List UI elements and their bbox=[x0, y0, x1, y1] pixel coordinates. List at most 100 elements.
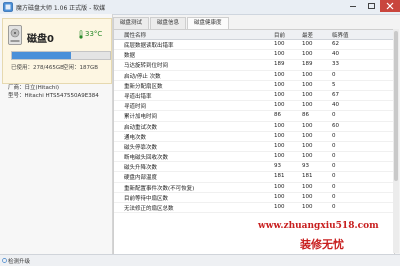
table-row[interactable]: 寻道时间 100 100 40 bbox=[114, 101, 394, 112]
attribute-name-cell: 马达旋转到位时间 bbox=[124, 63, 169, 70]
worst-value-cell: 100 bbox=[302, 153, 313, 160]
worst-value-cell: 100 bbox=[302, 142, 313, 149]
disk-sidebar: 磁盘0 33°C 已使用：278/465GB 空闲：187GB 厂商：日立(Hi… bbox=[0, 14, 113, 254]
threshold-value-cell: 0 bbox=[332, 173, 336, 180]
update-icon bbox=[2, 258, 7, 263]
used-space: 已使用：278/465GB bbox=[11, 65, 64, 71]
current-value-cell: 100 bbox=[274, 81, 285, 88]
worst-value-cell: 100 bbox=[302, 91, 313, 98]
threshold-value-cell: 0 bbox=[332, 132, 336, 139]
temperature-value: 33°C bbox=[85, 30, 103, 38]
status-bar: 检测升级 bbox=[0, 254, 400, 266]
table-row[interactable]: 启动重试次数 100 100 60 bbox=[114, 122, 394, 132]
window-title: 魔方磁盘大师 1.06 正式版 - 软媒 bbox=[16, 5, 106, 12]
disk-usage-text: 已使用：278/465GB 空闲：187GB bbox=[11, 63, 109, 71]
table-row[interactable]: 寻道出错率 100 100 67 bbox=[114, 91, 394, 102]
table-body: 底层数据读取出错率 100 100 62 数据 100 100 40 马达旋转到位时间 189 18… bbox=[114, 40, 394, 214]
table-scrollbar[interactable] bbox=[393, 29, 399, 253]
tab-disk-info[interactable]: 磁盘信息 bbox=[150, 17, 187, 29]
table-row[interactable]: 重新配置事件次数(不可恢复) 100 100 0 bbox=[114, 183, 394, 193]
worst-value-cell: 100 bbox=[302, 122, 313, 129]
current-value-cell: 93 bbox=[274, 163, 281, 170]
table-row[interactable]: 硬盘内部温度 181 181 0 bbox=[114, 172, 394, 183]
worst-value-cell: 100 bbox=[302, 81, 313, 88]
tab-disk-health[interactable]: 磁盘健康度 bbox=[187, 17, 229, 29]
worst-value-cell: 100 bbox=[302, 102, 313, 109]
attribute-name-cell: 寻道出错率 bbox=[124, 93, 152, 100]
attribute-name-cell: 硬盘内部温度 bbox=[124, 175, 158, 182]
table-row[interactable]: 目前等待中扇区数 100 100 0 bbox=[114, 193, 394, 203]
attribute-name-cell: 通电次数 bbox=[124, 134, 147, 141]
thermometer-icon bbox=[79, 30, 83, 39]
maximize-button[interactable] bbox=[362, 0, 380, 12]
attribute-name-cell: 底层数据读取出错率 bbox=[124, 43, 174, 49]
table-row[interactable]: 通电次数 100 100 0 bbox=[114, 132, 394, 142]
tab-disk-test[interactable]: 磁盘测试 bbox=[113, 17, 150, 29]
attribute-name-cell: 寻道时间 bbox=[124, 104, 147, 111]
minimize-button[interactable] bbox=[344, 0, 362, 12]
threshold-value-cell: 0 bbox=[332, 183, 336, 190]
current-value-cell: 189 bbox=[274, 61, 285, 68]
close-button[interactable] bbox=[380, 0, 400, 12]
worst-value-cell: 100 bbox=[302, 51, 313, 58]
worst-value-cell: 93 bbox=[302, 163, 309, 170]
current-value-cell: 100 bbox=[274, 204, 285, 210]
attribute-name-cell: 启动/停止 次数 bbox=[124, 73, 161, 80]
title-bar[interactable]: 魔方磁盘大师 1.06 正式版 - 软媒 bbox=[0, 0, 400, 15]
model-line: 型号：Hitachi HTS547550A9E384 bbox=[8, 93, 99, 99]
watermark-text: 装修无忧 bbox=[300, 238, 344, 251]
table-row[interactable]: 磁头升降次数 93 93 0 bbox=[114, 162, 394, 173]
threshold-value-cell: 0 bbox=[332, 163, 336, 170]
column-header-current[interactable]: 目前 bbox=[274, 31, 285, 39]
check-update-link[interactable]: 检测升级 bbox=[8, 257, 30, 265]
threshold-value-cell: 5 bbox=[332, 81, 336, 88]
worst-value-cell: 181 bbox=[302, 173, 313, 180]
disk-usage-fill bbox=[12, 52, 71, 59]
attribute-name-cell: 累计加电时间 bbox=[124, 114, 158, 121]
worst-value-cell: 100 bbox=[302, 41, 313, 47]
table-row[interactable]: 数据 100 100 40 bbox=[114, 50, 394, 61]
column-header-name[interactable]: 属性名称 bbox=[124, 31, 146, 39]
current-value-cell: 181 bbox=[274, 173, 285, 180]
maximize-icon bbox=[367, 3, 375, 9]
disk-card[interactable]: 磁盘0 33°C 已使用：278/465GB 空闲：187GB bbox=[2, 18, 112, 84]
attribute-name-cell: 重新配置事件次数(不可恢复) bbox=[124, 185, 195, 192]
table-row[interactable]: 启动/停止 次数 100 100 0 bbox=[114, 71, 394, 81]
watermark-url: www.zhuangxiu518.com bbox=[258, 221, 379, 231]
table-row[interactable]: 磁头停靠次数 100 100 0 bbox=[114, 142, 394, 153]
table-row[interactable]: 重新分配扇区数 100 100 5 bbox=[114, 81, 394, 91]
scrollbar-thumb[interactable] bbox=[394, 31, 398, 181]
worst-value-cell: 100 bbox=[302, 71, 313, 78]
vendor-line: 厂商：日立(Hitachi) bbox=[8, 85, 60, 91]
attribute-name-cell: 磁头停靠次数 bbox=[124, 144, 158, 151]
attribute-name-cell: 数据 bbox=[124, 53, 136, 60]
disk-usage-bar bbox=[11, 51, 111, 60]
current-value-cell: 100 bbox=[274, 102, 285, 109]
table-row[interactable]: 马达旋转到位时间 189 189 33 bbox=[114, 60, 394, 71]
current-value-cell: 100 bbox=[274, 71, 285, 78]
column-header-worst[interactable]: 最差 bbox=[302, 31, 313, 39]
current-value-cell: 100 bbox=[274, 122, 285, 129]
worst-value-cell: 100 bbox=[302, 193, 313, 200]
table-row[interactable]: 累计加电时间 86 86 0 bbox=[114, 111, 394, 122]
threshold-value-cell: 0 bbox=[332, 193, 336, 200]
minimize-icon bbox=[350, 5, 356, 7]
temperature-readout: 33°C bbox=[79, 30, 103, 39]
current-value-cell: 100 bbox=[274, 142, 285, 149]
tab-bar: 磁盘测试 磁盘信息 磁盘健康度 bbox=[113, 17, 230, 29]
current-value-cell: 100 bbox=[274, 193, 285, 200]
disk-name: 磁盘0 bbox=[27, 34, 54, 45]
table-row[interactable]: 无法修正的扇区总数 100 100 0 bbox=[114, 203, 394, 214]
threshold-value-cell: 0 bbox=[332, 112, 336, 119]
table-row[interactable]: 断电磁头回收次数 100 100 0 bbox=[114, 152, 394, 163]
current-value-cell: 86 bbox=[274, 112, 281, 119]
column-header-threshold[interactable]: 临界值 bbox=[332, 31, 349, 39]
threshold-value-cell: 67 bbox=[332, 91, 339, 98]
current-value-cell: 100 bbox=[274, 91, 285, 98]
app-window: 魔方磁盘大师 1.06 正式版 - 软媒 磁盘0 33°C 已使用：278/46… bbox=[0, 0, 400, 266]
table-row[interactable]: 底层数据读取出错率 100 100 62 bbox=[114, 40, 394, 51]
current-value-cell: 100 bbox=[274, 51, 285, 58]
attribute-name-cell: 断电磁头回收次数 bbox=[124, 155, 169, 162]
threshold-value-cell: 0 bbox=[332, 142, 336, 149]
worst-value-cell: 100 bbox=[302, 183, 313, 190]
